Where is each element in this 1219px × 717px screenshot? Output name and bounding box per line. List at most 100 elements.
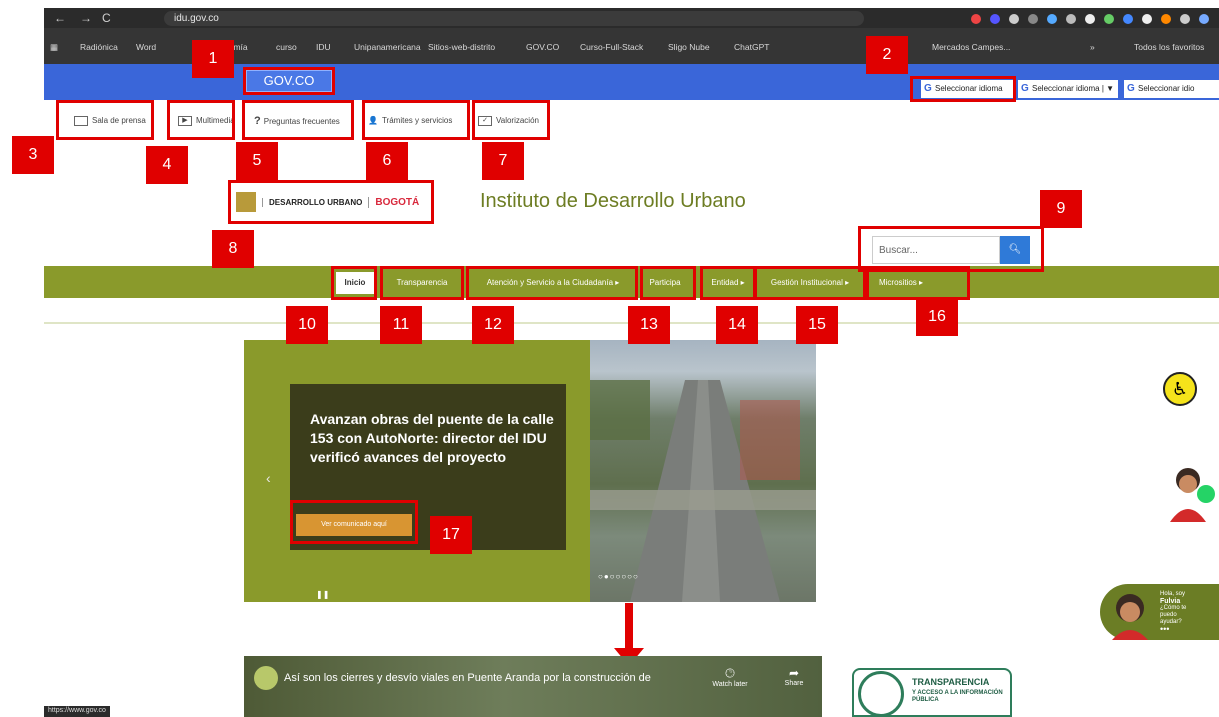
annotation-label: 10 — [286, 306, 328, 344]
bookmark-item[interactable]: Mercados Campes... — [932, 42, 1010, 52]
profile-icon[interactable] — [1199, 14, 1209, 24]
share-button[interactable]: ➦ Share — [776, 666, 812, 687]
annotation-label: 13 — [628, 306, 670, 344]
annotation-box — [700, 266, 756, 300]
watch-later-label: Watch later — [712, 681, 748, 688]
channel-avatar[interactable] — [254, 666, 278, 690]
annotation-label: 16 — [916, 298, 958, 336]
annotation-box — [866, 266, 970, 300]
annotation-label: 8 — [212, 230, 254, 268]
hero-title: Avanzan obras del puente de la calle 153… — [310, 411, 554, 465]
extension-icon[interactable] — [1066, 14, 1076, 24]
annotation-label: 17 — [430, 516, 472, 554]
extension-icon[interactable] — [971, 14, 981, 24]
language-selector-label: Seleccionar idioma | ▼ — [1032, 84, 1115, 93]
annotation-label: 14 — [716, 306, 758, 344]
transparency-subtitle: Y ACCESO A LA INFORMACIÓN PÚBLICA — [912, 690, 1003, 703]
bookmark-item[interactable]: Curso-Full-Stack — [580, 42, 643, 52]
annotation-box — [243, 67, 335, 95]
watch-later-button[interactable]: 🕑︎ Watch later — [710, 666, 750, 688]
language-selector-label: Seleccionar idio — [1138, 84, 1195, 93]
annotation-box — [472, 100, 550, 140]
chatbot-avatar-icon — [1112, 594, 1148, 640]
bookmark-item[interactable]: Sitios-web-distrito — [428, 42, 495, 52]
bookmark-item[interactable]: ChatGPT — [734, 42, 769, 52]
annotation-box — [228, 180, 434, 224]
share-label: Share — [784, 680, 804, 687]
extension-icon[interactable] — [1028, 14, 1038, 24]
annotation-box — [380, 266, 464, 300]
extension-icon[interactable] — [1161, 14, 1171, 24]
chatbot-text: Hola, soy Fulvia ¿Cómo te puedo ayudar? … — [1160, 591, 1200, 634]
extension-icon[interactable] — [1123, 14, 1133, 24]
annotation-box — [910, 76, 1016, 102]
apps-icon[interactable]: ▦ — [50, 42, 58, 53]
annotation-box — [56, 100, 154, 140]
slider-dots[interactable]: ○●○○○○○ — [598, 572, 639, 581]
extension-icon[interactable] — [1085, 14, 1095, 24]
google-translate-icon: G — [1127, 83, 1135, 94]
transparency-title: TRANSPARENCIA — [912, 677, 990, 687]
annotation-label: 9 — [1040, 190, 1082, 228]
more-icon[interactable]: ••• — [1160, 625, 1200, 634]
chevron-left-icon[interactable]: ‹ — [266, 470, 271, 486]
extension-icon[interactable] — [1142, 14, 1152, 24]
annotation-box — [242, 100, 354, 140]
status-bar-url: https://www.gov.co — [44, 706, 110, 717]
bookmark-item[interactable]: GOV.CO — [526, 42, 559, 52]
annotation-label: 1 — [192, 40, 234, 78]
annotation-label: 2 — [866, 36, 908, 74]
annotation-arrow — [625, 603, 633, 649]
annotation-box — [362, 100, 470, 140]
accessibility-icon[interactable]: ♿︎ — [1163, 372, 1197, 406]
annotation-box — [331, 266, 377, 300]
extension-icon[interactable] — [1009, 14, 1019, 24]
annotation-box — [167, 100, 235, 140]
url-bar[interactable]: idu.gov.co — [164, 11, 864, 26]
chatbot-greeting: Hola, soy — [1160, 591, 1186, 597]
document-icon — [858, 671, 904, 717]
chatbot-name: Fulvia — [1160, 598, 1181, 605]
bookmark-all-folder[interactable]: Todos los favoritos — [1134, 42, 1204, 52]
hero-image — [590, 340, 816, 602]
reload-icon[interactable]: C — [102, 11, 111, 25]
bookmarks-overflow[interactable]: » — [1090, 42, 1095, 52]
language-selector[interactable]: G Seleccionar idio — [1124, 80, 1219, 98]
bookmark-item[interactable]: Sligo Nube — [668, 42, 710, 52]
language-selector[interactable]: G Seleccionar idioma | ▼ — [1018, 80, 1118, 98]
bookmark-item[interactable]: Word — [136, 42, 156, 52]
annotation-label: 3 — [12, 136, 54, 174]
annotation-box — [754, 266, 866, 300]
back-icon[interactable]: ← — [54, 11, 66, 25]
share-icon: ➦ — [788, 666, 800, 680]
pause-icon[interactable]: ❚❚ — [316, 590, 329, 600]
forward-icon[interactable]: → — [80, 11, 92, 25]
video-title[interactable]: Así son los cierres y desvío viales en P… — [284, 672, 651, 684]
clock-icon: 🕑︎ — [725, 666, 735, 680]
extensions-area — [971, 11, 1209, 26]
bookmark-item[interactable]: curso — [276, 42, 297, 52]
bookmark-item[interactable]: Unipanamericana — [354, 42, 421, 52]
browser-toolbar: ← → C idu.gov.co — [44, 8, 1219, 28]
agent-avatar-icon — [1170, 468, 1215, 522]
extension-icon[interactable] — [990, 14, 1000, 24]
annotation-label: 6 — [366, 142, 408, 180]
highway-aerial-photo — [590, 380, 816, 602]
annotation-label: 15 — [796, 306, 838, 344]
chatbot-prompt: ¿Cómo te puedo ayudar? — [1160, 605, 1187, 625]
annotation-box — [290, 500, 418, 544]
bookmark-item[interactable]: Radiónica — [80, 42, 118, 52]
whatsapp-agent-icon[interactable] — [1166, 462, 1216, 522]
annotation-label: 5 — [236, 142, 278, 180]
extension-icon[interactable] — [1047, 14, 1057, 24]
annotation-label: 7 — [482, 142, 524, 180]
annotation-label: 12 — [472, 306, 514, 344]
extension-icon[interactable] — [1104, 14, 1114, 24]
extension-icon[interactable] — [1180, 14, 1190, 24]
annotation-label: 11 — [380, 306, 422, 344]
annotation-label: 4 — [146, 146, 188, 184]
google-translate-icon: G — [1021, 83, 1029, 94]
annotation-box — [466, 266, 638, 300]
bookmark-item[interactable]: IDU — [316, 42, 331, 52]
annotation-box — [640, 266, 696, 300]
